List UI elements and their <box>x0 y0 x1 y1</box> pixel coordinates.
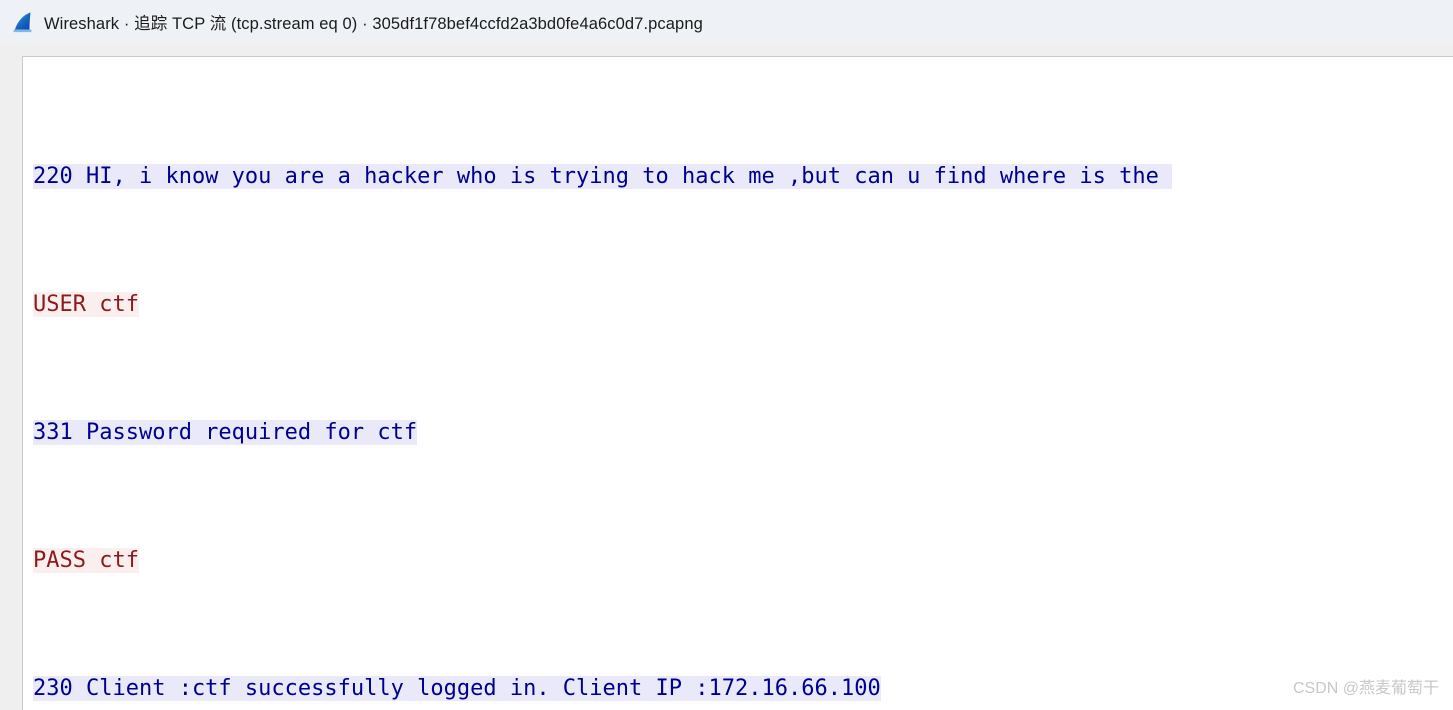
tcp-stream-content-panel[interactable]: 220 HI, i know you are a hacker who is t… <box>22 56 1453 710</box>
stream-line[interactable]: 220 HI, i know you are a hacker who is t… <box>33 161 1453 193</box>
stream-line[interactable]: 230 Client :ctf successfully logged in. … <box>33 673 1453 705</box>
csdn-watermark: CSDN @燕麦葡萄干 <box>1292 680 1439 697</box>
wireshark-fin-icon <box>10 9 36 35</box>
tcp-stream-text[interactable]: 220 HI, i know you are a hacker who is t… <box>23 65 1453 710</box>
stream-line[interactable]: USER ctf <box>33 289 1453 321</box>
stream-line-text: PASS ctf <box>33 548 139 573</box>
stream-line[interactable]: PASS ctf <box>33 545 1453 577</box>
stream-line-text: 331 Password required for ctf <box>33 420 418 445</box>
stream-line-text: 220 HI, i know you are a hacker who is t… <box>33 164 1173 189</box>
window-titlebar: Wireshark · 追踪 TCP 流 (tcp.stream eq 0) ·… <box>0 0 1453 43</box>
stream-line[interactable]: 331 Password required for ctf <box>33 417 1453 449</box>
window-title: Wireshark · 追踪 TCP 流 (tcp.stream eq 0) ·… <box>44 14 703 33</box>
stream-line-text: USER ctf <box>33 292 139 317</box>
stream-line-text: 230 Client :ctf successfully logged in. … <box>33 676 881 701</box>
